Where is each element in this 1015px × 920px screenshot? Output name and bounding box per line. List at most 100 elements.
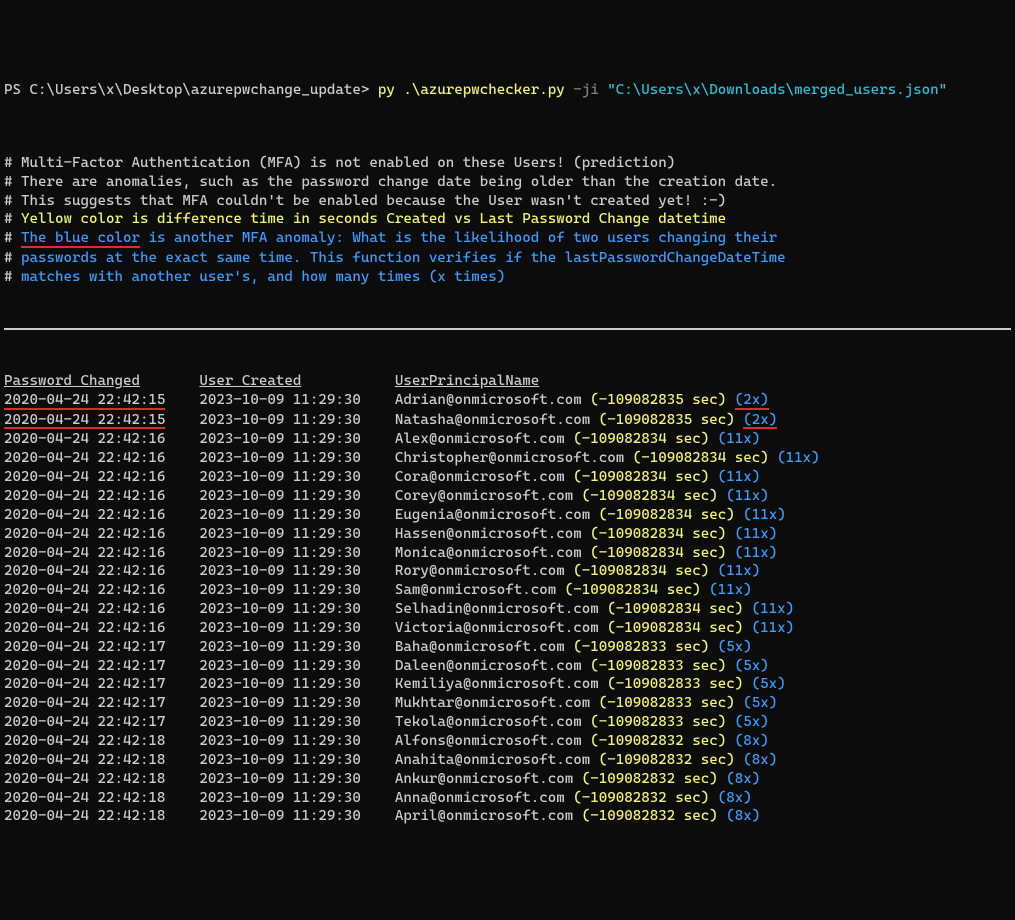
comment-hash: # [4, 174, 21, 190]
cell-upn: Victoria@onmicrosoft.com [395, 620, 599, 636]
cell-user-created: 2023-10-09 11:29:30 [199, 563, 360, 579]
cell-password-changed: 2020-04-24 22:42:16 [4, 545, 165, 561]
table-row: 2020-04-24 22:42:16 2023-10-09 11:29:30 … [4, 506, 1011, 525]
cell-duplicate-count: (5x) [735, 658, 769, 674]
cell-user-created: 2023-10-09 11:29:30 [199, 695, 360, 711]
divider [4, 328, 1011, 330]
cell-user-created: 2023-10-09 11:29:30 [199, 412, 360, 428]
cell-diff-seconds: (-109082833 sec) [573, 639, 709, 655]
col-user-created: User Created [199, 373, 301, 389]
cell-upn: Mukhtar@onmicrosoft.com [395, 695, 590, 711]
cell-upn: Monica@onmicrosoft.com [395, 545, 582, 561]
cell-duplicate-count: (11x) [752, 601, 794, 617]
cell-upn: Adrian@onmicrosoft.com [395, 392, 582, 408]
comment-hash: # [4, 269, 21, 285]
cell-duplicate-count: (5x) [752, 676, 786, 692]
comment-line: # There are anomalies, such as the passw… [4, 173, 1011, 192]
cell-user-created: 2023-10-09 11:29:30 [199, 620, 360, 636]
cell-diff-seconds: (-109082834 sec) [599, 507, 735, 523]
comment-hash: # [4, 155, 21, 171]
comment-line: # This suggests that MFA couldn't be ena… [4, 192, 1011, 211]
cell-user-created: 2023-10-09 11:29:30 [199, 450, 360, 466]
cell-diff-seconds: (-109082834 sec) [573, 563, 709, 579]
cell-diff-seconds: (-109082833 sec) [590, 658, 726, 674]
cell-user-created: 2023-10-09 11:29:30 [199, 488, 360, 504]
cell-user-created: 2023-10-09 11:29:30 [199, 676, 360, 692]
table-row: 2020-04-24 22:42:17 2023-10-09 11:29:30 … [4, 675, 1011, 694]
cell-diff-seconds: (-109082834 sec) [590, 545, 726, 561]
cell-upn: Cora@onmicrosoft.com [395, 469, 565, 485]
table-row: 2020-04-24 22:42:16 2023-10-09 11:29:30 … [4, 487, 1011, 506]
table-row: 2020-04-24 22:42:17 2023-10-09 11:29:30 … [4, 713, 1011, 732]
cell-diff-seconds: (-109082833 sec) [599, 695, 735, 711]
cell-password-changed: 2020-04-24 22:42:16 [4, 469, 165, 485]
cell-password-changed: 2020-04-24 22:42:16 [4, 563, 165, 579]
cell-diff-seconds: (-109082833 sec) [590, 714, 726, 730]
cell-user-created: 2023-10-09 11:29:30 [199, 658, 360, 674]
cell-upn: Rory@onmicrosoft.com [395, 563, 565, 579]
cell-duplicate-count: (8x) [726, 808, 760, 824]
comment-hash: # [4, 230, 21, 246]
table-row: 2020-04-24 22:42:17 2023-10-09 11:29:30 … [4, 638, 1011, 657]
cell-upn: Anahita@onmicrosoft.com [395, 752, 590, 768]
cell-diff-seconds: (-109082832 sec) [590, 733, 726, 749]
cell-user-created: 2023-10-09 11:29:30 [199, 714, 360, 730]
comment-line: # Yellow color is difference time in sec… [4, 210, 1011, 229]
cell-user-created: 2023-10-09 11:29:30 [199, 582, 360, 598]
cell-diff-seconds: (-109082832 sec) [582, 808, 718, 824]
comment-blue: passwords at the exact same time. This f… [21, 250, 786, 266]
cell-password-changed: 2020-04-24 22:42:16 [4, 450, 165, 466]
command-line[interactable]: PS C:\Users\x\Desktop\azurepwchange_upda… [4, 81, 1011, 100]
cell-upn: Corey@onmicrosoft.com [395, 488, 573, 504]
cell-duplicate-count: (8x) [743, 752, 777, 768]
cell-password-changed: 2020-04-24 22:42:16 [4, 620, 165, 636]
ps-path: C:\Users\x\Desktop\azurepwchange_update> [30, 82, 370, 98]
comment-blue: matches with another user's, and how man… [21, 269, 505, 285]
cell-diff-seconds: (-109082835 sec) [599, 412, 735, 428]
table-row: 2020-04-24 22:42:16 2023-10-09 11:29:30 … [4, 430, 1011, 449]
cmd-arg: "C:\Users\x\Downloads\merged_users.json" [607, 82, 947, 98]
cell-password-changed: 2020-04-24 22:42:16 [4, 507, 165, 523]
table-row: 2020-04-24 22:42:16 2023-10-09 11:29:30 … [4, 449, 1011, 468]
table-row: 2020-04-24 22:42:18 2023-10-09 11:29:30 … [4, 770, 1011, 789]
table-row: 2020-04-24 22:42:16 2023-10-09 11:29:30 … [4, 468, 1011, 487]
cell-user-created: 2023-10-09 11:29:30 [199, 526, 360, 542]
table-row: 2020-04-24 22:42:15 2023-10-09 11:29:30 … [4, 411, 1011, 431]
table-header: Password Changed User Created UserPrinci… [4, 372, 1011, 391]
cell-password-changed: 2020-04-24 22:42:17 [4, 695, 165, 711]
cell-user-created: 2023-10-09 11:29:30 [199, 771, 360, 787]
cell-password-changed: 2020-04-24 22:42:17 [4, 658, 165, 674]
cell-diff-seconds: (-109082832 sec) [573, 790, 709, 806]
cell-diff-seconds: (-109082834 sec) [607, 601, 743, 617]
cell-upn: Daleen@onmicrosoft.com [395, 658, 582, 674]
table-row: 2020-04-24 22:42:16 2023-10-09 11:29:30 … [4, 525, 1011, 544]
cell-password-changed: 2020-04-24 22:42:17 [4, 639, 165, 655]
cell-diff-seconds: (-109082834 sec) [607, 620, 743, 636]
cell-upn: Kemiliya@onmicrosoft.com [395, 676, 599, 692]
table-row: 2020-04-24 22:42:16 2023-10-09 11:29:30 … [4, 562, 1011, 581]
cell-password-changed: 2020-04-24 22:42:16 [4, 582, 165, 598]
table-row: 2020-04-24 22:42:16 2023-10-09 11:29:30 … [4, 600, 1011, 619]
cell-upn: Hassen@onmicrosoft.com [395, 526, 582, 542]
cell-diff-seconds: (-109082834 sec) [573, 469, 709, 485]
cell-duplicate-count: (11x) [777, 450, 819, 466]
comment-yellow: Yellow color is difference time in secon… [21, 211, 726, 227]
cell-upn: Natasha@onmicrosoft.com [395, 412, 590, 428]
cell-user-created: 2023-10-09 11:29:30 [199, 431, 360, 447]
table-row: 2020-04-24 22:42:15 2023-10-09 11:29:30 … [4, 391, 1011, 411]
cell-user-created: 2023-10-09 11:29:30 [199, 601, 360, 617]
comment-hash: # [4, 250, 21, 266]
cell-diff-seconds: (-109082834 sec) [573, 431, 709, 447]
cell-password-changed: 2020-04-24 22:42:18 [4, 790, 165, 806]
table-row: 2020-04-24 22:42:16 2023-10-09 11:29:30 … [4, 581, 1011, 600]
cell-duplicate-count: (8x) [726, 771, 760, 787]
cell-password-changed: 2020-04-24 22:42:16 [4, 526, 165, 542]
cell-password-changed: 2020-04-24 22:42:17 [4, 714, 165, 730]
cell-duplicate-count: (11x) [718, 469, 760, 485]
cell-upn: April@onmicrosoft.com [395, 808, 573, 824]
cell-diff-seconds: (-109082832 sec) [599, 752, 735, 768]
cell-password-changed: 2020-04-24 22:42:16 [4, 601, 165, 617]
cell-duplicate-count: (2x) [735, 394, 769, 410]
cell-duplicate-count: (5x) [718, 639, 752, 655]
table-row: 2020-04-24 22:42:18 2023-10-09 11:29:30 … [4, 807, 1011, 826]
